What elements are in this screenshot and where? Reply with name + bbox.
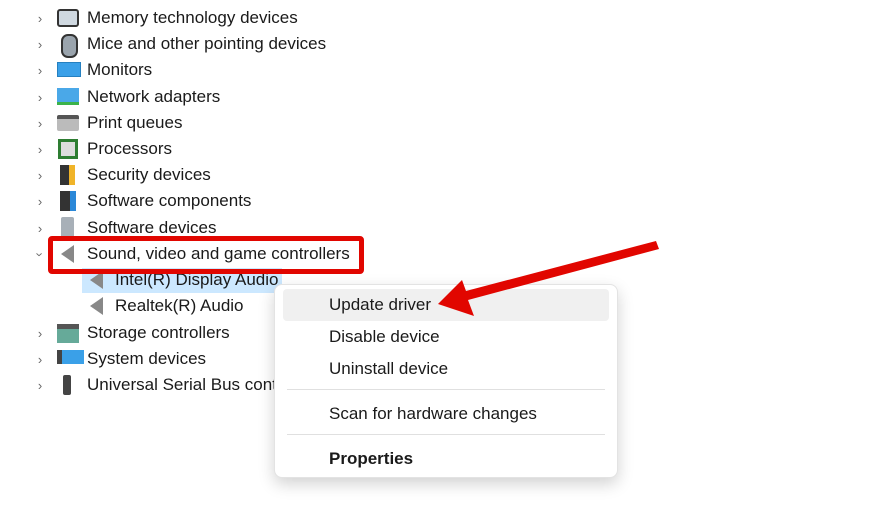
arrow-shape	[438, 241, 659, 316]
annotation-arrow	[438, 241, 659, 316]
